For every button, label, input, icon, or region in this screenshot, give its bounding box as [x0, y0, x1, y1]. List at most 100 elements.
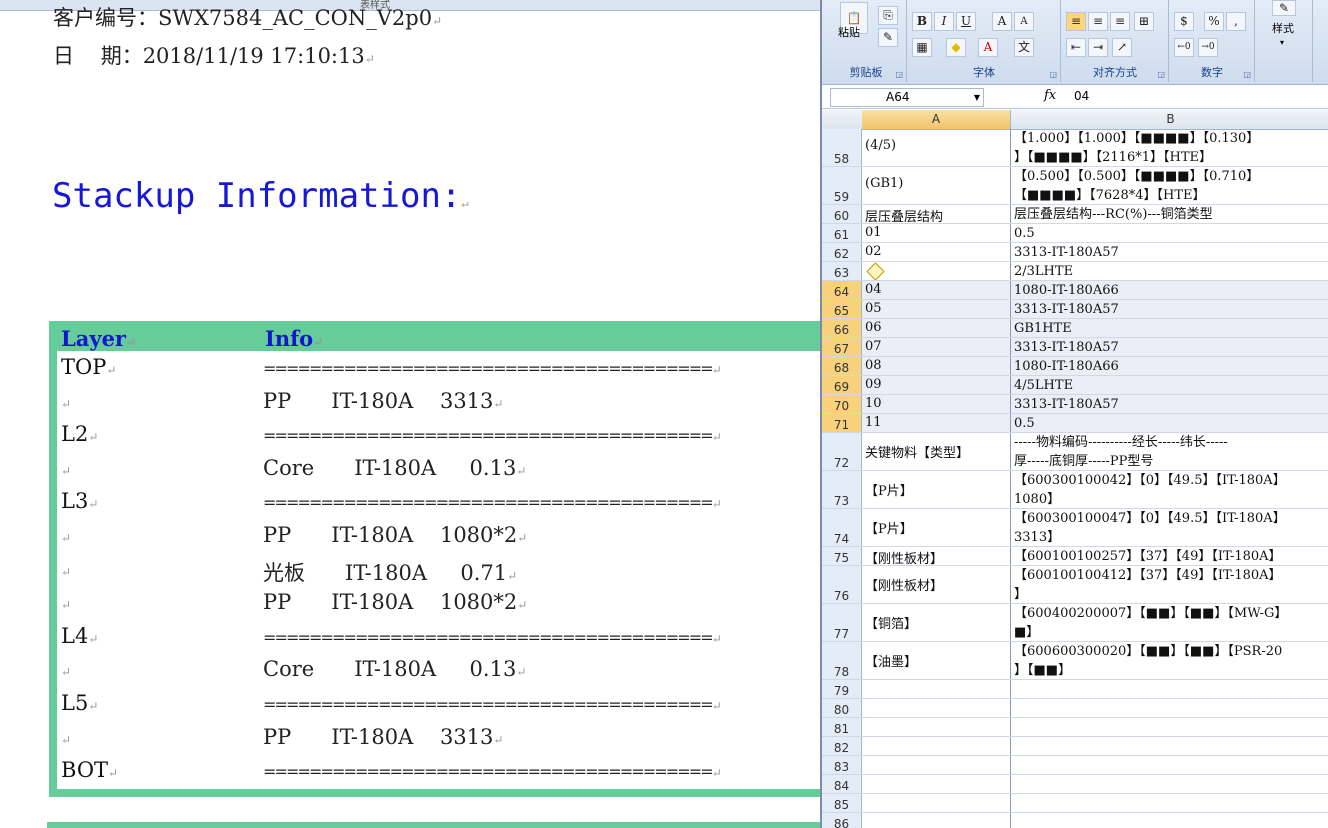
row-header[interactable]: 80 [822, 699, 862, 717]
alignment-launcher-icon[interactable]: ◲ [1157, 70, 1165, 79]
fill-color-icon[interactable]: ◆ [946, 38, 966, 57]
row-header[interactable]: 75 [822, 547, 862, 565]
cell-b80[interactable] [1011, 699, 1328, 717]
decrease-decimal-icon[interactable]: →0 [1198, 38, 1218, 57]
row-header[interactable]: 86 [822, 813, 862, 828]
cell-b63[interactable]: 2/3LHTE [1011, 262, 1328, 280]
select-all-corner[interactable] [822, 110, 863, 129]
cell-b79[interactable] [1011, 680, 1328, 698]
cell-b74[interactable]: 【600300100047】【0】【49.5】【IT-180A】 3313】 [1011, 509, 1328, 546]
cell-a62[interactable]: 02 [862, 243, 1011, 261]
cell-b81[interactable] [1011, 718, 1328, 736]
percent-button[interactable]: % [1204, 12, 1224, 31]
cell-b64[interactable]: 1080-IT-180A66 [1011, 281, 1328, 299]
name-box[interactable]: A64 ▼ [830, 88, 984, 107]
cell-b73[interactable]: 【600300100042】【0】【49.5】【IT-180A】 1080】 [1011, 471, 1328, 508]
cell-b72[interactable]: -----物料编码----------经长-----纬长----- 厚-----… [1011, 433, 1328, 470]
styles-icon[interactable]: ✎ [1272, 0, 1296, 16]
sheet-row-61[interactable]: 61 01 0.5 [822, 224, 1328, 243]
sheet-row-62[interactable]: 62 02 3313-IT-180A57 [822, 243, 1328, 262]
row-header[interactable]: 68 [822, 357, 862, 375]
cell-b68[interactable]: 1080-IT-180A66 [1011, 357, 1328, 375]
sheet-row-69[interactable]: 69 09 4/5LHTE [822, 376, 1328, 395]
cell-a74[interactable]: 【P片】 [862, 509, 1011, 546]
sheet-row-80[interactable]: 80 [822, 699, 1328, 718]
formula-input[interactable]: 04 [1074, 89, 1089, 103]
cell-b59[interactable]: 【0.500】【0.500】【■■■■】【0.710】 【■■■■】【7628*… [1011, 167, 1328, 204]
merge-center-icon[interactable]: ⊞ [1134, 12, 1154, 31]
sheet-row-64[interactable]: 64 04 1080-IT-180A66 [822, 281, 1328, 300]
cell-a63[interactable] [862, 262, 1011, 280]
cell-a71[interactable]: 11 [862, 414, 1011, 432]
row-header[interactable]: 82 [822, 737, 862, 755]
cell-a80[interactable] [862, 699, 1011, 717]
number-launcher-icon[interactable]: ◲ [1243, 70, 1251, 79]
cell-b67[interactable]: 3313-IT-180A57 [1011, 338, 1328, 356]
row-header[interactable]: 66 [822, 319, 862, 337]
cell-a83[interactable] [862, 756, 1011, 774]
row-header[interactable]: 69 [822, 376, 862, 394]
row-header[interactable]: 81 [822, 718, 862, 736]
row-header[interactable]: 58 [822, 129, 862, 166]
font-launcher-icon[interactable]: ◲ [1049, 70, 1057, 79]
cell-b83[interactable] [1011, 756, 1328, 774]
cell-b60[interactable]: 层压叠层结构---RC(%)---铜箔类型 [1011, 205, 1328, 223]
clipboard-launcher-icon[interactable]: ◲ [895, 70, 903, 79]
cell-a76[interactable]: 【刚性板材】 [862, 566, 1011, 603]
row-header[interactable]: 59 [822, 167, 862, 204]
column-b-header[interactable]: B [1011, 110, 1328, 129]
comma-button[interactable]: , [1226, 12, 1246, 31]
row-header[interactable]: 78 [822, 642, 862, 679]
cell-a78[interactable]: 【油墨】 [862, 642, 1011, 679]
cell-b75[interactable]: 【600100100257】【37】【49】【IT-180A】 [1011, 547, 1328, 565]
sheet-row-71[interactable]: 71 11 0.5 [822, 414, 1328, 433]
cell-b84[interactable] [1011, 775, 1328, 793]
row-header[interactable]: 76 [822, 566, 862, 603]
row-header[interactable]: 83 [822, 756, 862, 774]
sheet-row-72[interactable]: 72 关键物料【类型】 -----物料编码----------经长-----纬长--… [822, 433, 1328, 471]
shrink-font-button[interactable]: A [1014, 12, 1034, 31]
sheet-row-59[interactable]: 59 (GB1) 【0.500】【0.500】【■■■■】【0.710】 【■■■■… [822, 167, 1328, 205]
cell-a82[interactable] [862, 737, 1011, 755]
styles-button[interactable]: 样式 [1272, 20, 1294, 36]
column-a-header[interactable]: A [862, 110, 1011, 129]
sheet-row-60[interactable]: 60 层压叠层结构 层压叠层结构---RC(%)---铜箔类型 [822, 205, 1328, 224]
row-header[interactable]: 77 [822, 604, 862, 641]
sheet-row-65[interactable]: 65 05 3313-IT-180A57 [822, 300, 1328, 319]
row-header[interactable]: 70 [822, 395, 862, 413]
cell-a79[interactable] [862, 680, 1011, 698]
increase-indent-icon[interactable]: ⇥ [1088, 38, 1108, 57]
cell-a85[interactable] [862, 794, 1011, 812]
row-header[interactable]: 71 [822, 414, 862, 432]
insert-function-button[interactable]: fx [1044, 88, 1056, 103]
cell-b71[interactable]: 0.5 [1011, 414, 1328, 432]
sheet-row-75[interactable]: 75 【刚性板材】 【600100100257】【37】【49】【IT-180A】 [822, 547, 1328, 566]
cell-a72[interactable]: 关键物料【类型】 [862, 433, 1011, 470]
sheet-row-84[interactable]: 84 [822, 775, 1328, 794]
sheet-row-85[interactable]: 85 [822, 794, 1328, 813]
sheet-row-79[interactable]: 79 [822, 680, 1328, 699]
cell-b66[interactable]: GB1HTE [1011, 319, 1328, 337]
bold-button[interactable]: B [912, 12, 932, 31]
cell-b77[interactable]: 【600400200007】【■■】【■■】【MW-G】 ■】 [1011, 604, 1328, 641]
sheet-row-81[interactable]: 81 [822, 718, 1328, 737]
name-box-dropdown-icon[interactable]: ▼ [974, 89, 980, 106]
underline-button[interactable]: U [956, 12, 976, 31]
currency-icon[interactable]: $ [1174, 12, 1194, 31]
error-warning-icon[interactable] [866, 262, 885, 280]
align-left-icon[interactable]: ≡ [1066, 12, 1086, 31]
cell-a60[interactable]: 层压叠层结构 [862, 205, 1011, 223]
row-header[interactable]: 63 [822, 262, 862, 280]
cell-a84[interactable] [862, 775, 1011, 793]
sheet-row-78[interactable]: 78 【油墨】 【600600300020】【■■】【■■】【PSR-20 】【■■… [822, 642, 1328, 680]
cell-b62[interactable]: 3313-IT-180A57 [1011, 243, 1328, 261]
cell-a69[interactable]: 09 [862, 376, 1011, 394]
sheet-row-66[interactable]: 66 06 GB1HTE [822, 319, 1328, 338]
decrease-indent-icon[interactable]: ⇤ [1066, 38, 1086, 57]
row-header[interactable]: 60 [822, 205, 862, 223]
row-header[interactable]: 64 [822, 281, 862, 299]
cell-b69[interactable]: 4/5LHTE [1011, 376, 1328, 394]
cell-a75[interactable]: 【刚性板材】 [862, 547, 1011, 565]
row-header[interactable]: 72 [822, 433, 862, 470]
align-center-icon[interactable]: ≡ [1088, 12, 1108, 31]
